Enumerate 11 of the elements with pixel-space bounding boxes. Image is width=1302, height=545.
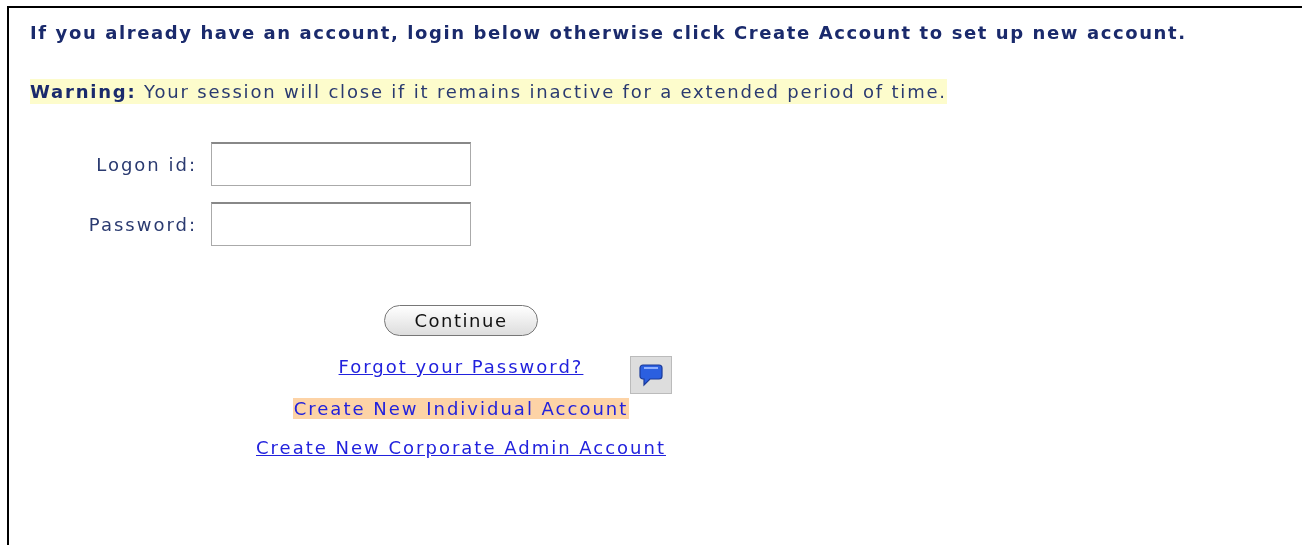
input-field[interactable]	[211, 142, 471, 186]
chat-bubble-icon[interactable]	[630, 356, 673, 394]
input-field[interactable]	[211, 202, 471, 246]
account-link[interactable]: Create New Corporate Admin Account	[255, 437, 667, 458]
field-label: Logon id:	[95, 153, 197, 175]
warning-message: Warning: Your session will close if it remains inactive for a extended period of time.	[30, 79, 947, 104]
account-link[interactable]: Create New Individual Account	[292, 398, 630, 419]
field-label: Password:	[87, 213, 197, 235]
intro-text: If you already have an account, login below otherwise click Create Account to set up new account.	[30, 22, 1188, 43]
continue-button[interactable]: Continue	[383, 305, 539, 336]
account-link[interactable]: Forgot your Password?	[337, 356, 585, 377]
